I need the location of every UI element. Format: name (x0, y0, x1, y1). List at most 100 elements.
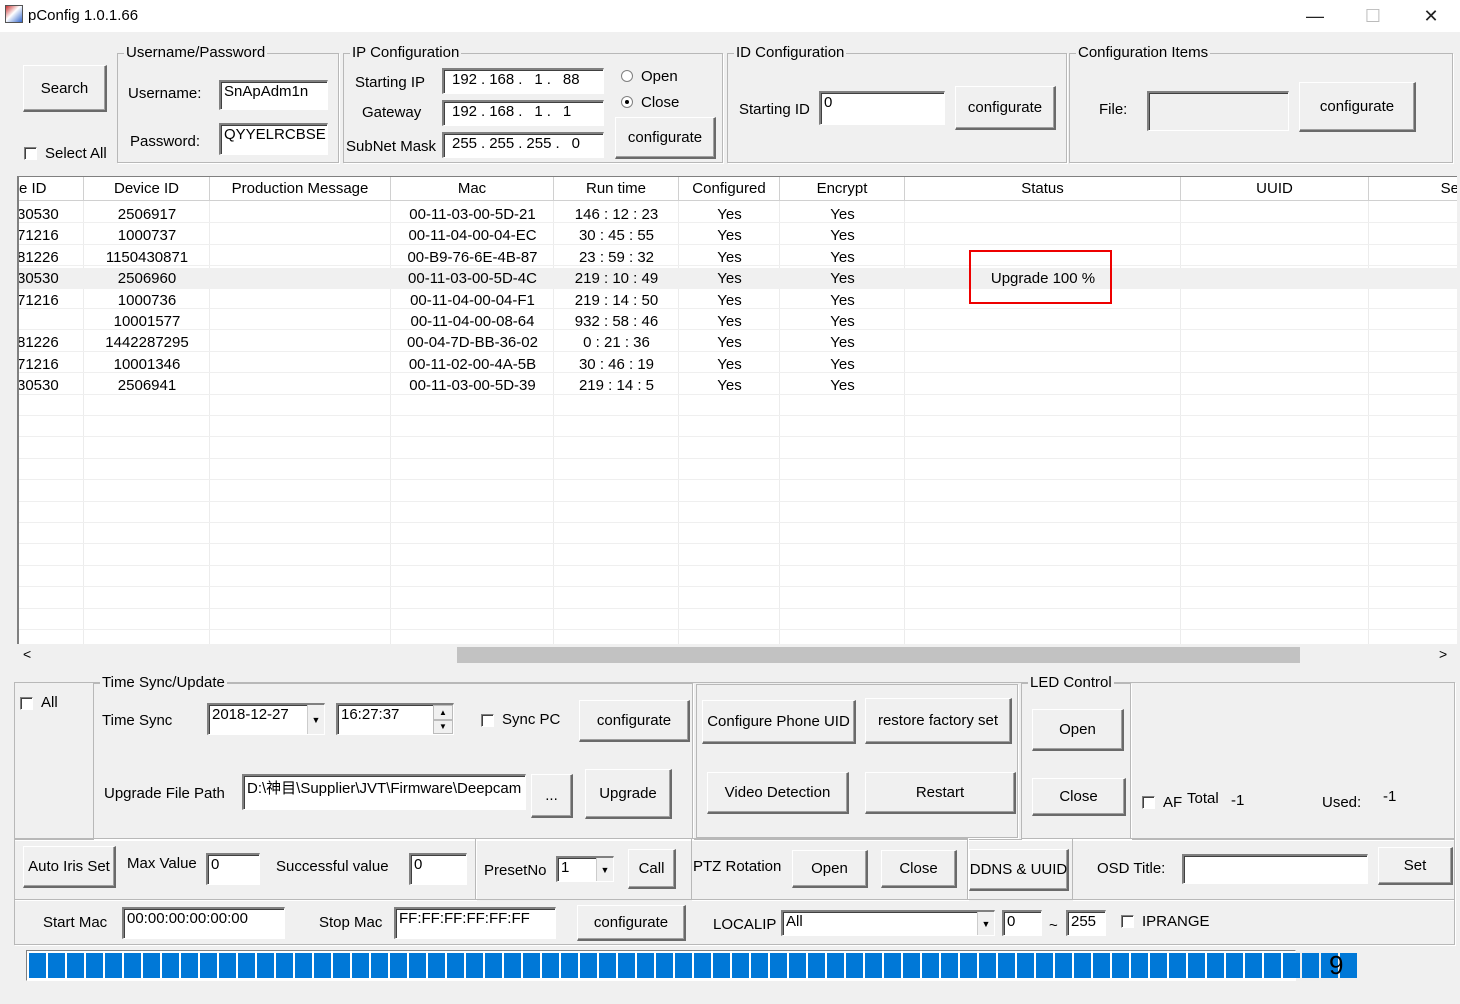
mac-configurate-button[interactable]: configurate (577, 905, 686, 941)
video-detection-button[interactable]: Video Detection (707, 772, 849, 814)
time-configurate-button[interactable]: configurate (579, 700, 690, 742)
table-row[interactable]: 30530 2506917 00-11-03-00-5D-21 146 : 12 : … (19, 204, 1457, 225)
open-radio[interactable] (621, 70, 633, 82)
progress-segment (1188, 953, 1205, 978)
progress-segment (960, 953, 977, 978)
table-row[interactable]: 71216 10001346 00-11-02-00-4A-5B 30 : 46 : … (19, 354, 1457, 375)
scroll-right-icon[interactable]: > (1439, 646, 1447, 662)
starting-id-label: Starting ID (739, 101, 810, 118)
column-header[interactable]: Production Message (210, 177, 391, 201)
chevron-down-icon[interactable]: ▼ (977, 912, 994, 935)
date-picker[interactable]: 2018-12-27 ▼ (207, 703, 325, 735)
browse-button[interactable]: ... (531, 774, 573, 818)
ip-dot: . (481, 103, 486, 120)
column-header[interactable]: Configured (679, 177, 780, 201)
ptz-close-button[interactable]: Close (881, 850, 957, 888)
progress-segment (143, 953, 160, 978)
table-row[interactable]: 10001577 00-11-04-00-08-64 932 : 58 : 46 Ye… (19, 311, 1457, 332)
table-cell: Yes (830, 206, 855, 223)
table-row[interactable]: 71216 1000737 00-11-04-00-04-EC 30 : 45 : 5… (19, 225, 1457, 246)
stop-mac-field[interactable]: FF:FF:FF:FF:FF:FF (394, 907, 556, 939)
select-all-checkbox[interactable] (24, 147, 37, 160)
id-configurate-button[interactable]: configurate (955, 86, 1056, 130)
table-row[interactable]: 71216 1000736 00-11-04-00-04-F1 219 : 14 : … (19, 290, 1457, 311)
table-cell: Yes (830, 377, 855, 395)
username-field[interactable]: SnApAdm1n (219, 80, 328, 110)
table-cell (905, 354, 1181, 375)
column-header[interactable]: Device ID (84, 177, 210, 201)
table-cell: 00-B9-76-6E-4B-87 (407, 248, 538, 266)
password-field[interactable]: QYYELRCBSE (219, 123, 328, 155)
led-open-button[interactable]: Open (1032, 709, 1124, 751)
gateway-field[interactable]: 192. 168. 1. 1 (442, 100, 604, 126)
time-picker[interactable]: 16:27:37 ▲ ▼ (336, 703, 454, 735)
subnet-mask-field[interactable]: 255. 255. 255. 0 (442, 132, 604, 158)
osd-title-field[interactable] (1182, 854, 1368, 884)
af-checkbox[interactable] (1142, 796, 1155, 809)
starting-ip-field[interactable]: 192. 168. 1. 88 (442, 68, 604, 94)
maximize-button[interactable]: ☐ (1344, 0, 1402, 32)
progress-segment (827, 953, 844, 978)
table-row[interactable]: 81226 1150430871 00-B9-76-6E-4B-87 23 : 59 … (19, 247, 1457, 268)
ptz-open-button[interactable]: Open (792, 850, 868, 888)
iprange-checkbox[interactable] (1121, 915, 1134, 928)
close-window-button[interactable]: ✕ (1402, 0, 1460, 32)
items-configurate-button[interactable]: configurate (1299, 82, 1416, 132)
column-header[interactable]: UUID (1181, 177, 1369, 201)
table-row[interactable]: 30530 2506941 00-11-03-00-5D-39 219 : 14 : … (19, 375, 1457, 396)
file-field[interactable] (1147, 91, 1289, 131)
device-table[interactable]: e ID Device ID Production Message Mac Ru… (17, 176, 1457, 666)
start-mac-field[interactable]: 00:00:00:00:00:00 (122, 907, 285, 939)
upgrade-button[interactable]: Upgrade (585, 769, 672, 819)
column-header[interactable]: Ser (1369, 177, 1457, 201)
successful-value-field[interactable]: 0 (409, 853, 467, 885)
max-value-field[interactable]: 0 (206, 853, 260, 885)
spin-down-icon[interactable]: ▼ (433, 719, 453, 734)
sync-pc-checkbox[interactable] (481, 714, 494, 727)
configure-phone-uid-button[interactable]: Configure Phone UID (702, 700, 856, 744)
table-cell: 932 : 58 : 46 (574, 313, 659, 330)
preset-no-select[interactable]: 1 ▼ (556, 856, 614, 882)
starting-id-field[interactable]: 0 (819, 91, 945, 125)
localip-select[interactable]: All ▼ (781, 910, 995, 936)
minimize-button[interactable]: — (1286, 0, 1344, 32)
ip-configurate-button[interactable]: configurate (615, 117, 716, 159)
search-button[interactable]: Search (23, 65, 107, 112)
table-cell: 30 : 45 : 55 (578, 227, 655, 245)
upgrade-path-field[interactable]: D:\神目\Supplier\JVT\Firmware\Deepcam (242, 774, 526, 810)
column-header[interactable]: Encrypt (780, 177, 905, 201)
grid-row-line (19, 415, 1457, 416)
restart-button[interactable]: Restart (865, 772, 1016, 814)
osd-set-button[interactable]: Set (1378, 847, 1453, 885)
horizontal-scrollbar[interactable]: < > (17, 644, 1457, 666)
progress-segment (675, 953, 692, 978)
column-header[interactable]: Mac (391, 177, 554, 201)
table-cell: Yes (717, 377, 742, 395)
call-button[interactable]: Call (628, 849, 676, 889)
ip-octet: 1 (534, 103, 543, 120)
table-row[interactable]: 30530 2506960 00-11-03-00-5D-4C 219 : 10 : … (19, 268, 1457, 290)
close-radio[interactable] (621, 96, 633, 108)
all-checkbox[interactable] (20, 697, 33, 710)
table-cell (210, 268, 391, 289)
total-label: Total (1187, 790, 1219, 807)
led-close-button[interactable]: Close (1032, 778, 1126, 816)
ip-range-to-field[interactable]: 255 (1066, 910, 1106, 936)
ddns-uuid-button[interactable]: DDNS & UUID (969, 849, 1069, 891)
chevron-down-icon[interactable]: ▼ (307, 705, 324, 734)
column-header[interactable]: e ID (19, 177, 84, 201)
restore-factory-button[interactable]: restore factory set (865, 698, 1012, 744)
ip-dot: . (555, 135, 560, 152)
table-row[interactable]: 81226 1442287295 00-04-7D-BB-36-02 0 : 21 :… (19, 332, 1457, 353)
column-header[interactable]: Status (905, 177, 1181, 201)
ip-range-from-field[interactable]: 0 (1002, 910, 1042, 936)
progress-segment (1283, 953, 1300, 978)
scroll-left-icon[interactable]: < (23, 646, 31, 662)
chevron-down-icon[interactable]: ▼ (596, 858, 613, 881)
auto-iris-set-button[interactable]: Auto Iris Set (23, 846, 116, 888)
range-separator: ~ (1049, 917, 1058, 934)
scrollbar-thumb[interactable] (457, 647, 1300, 663)
table-cell: 00-11-04-00-08-64 (410, 313, 535, 330)
column-header[interactable]: Run time (554, 177, 679, 201)
spin-up-icon[interactable]: ▲ (433, 705, 453, 720)
